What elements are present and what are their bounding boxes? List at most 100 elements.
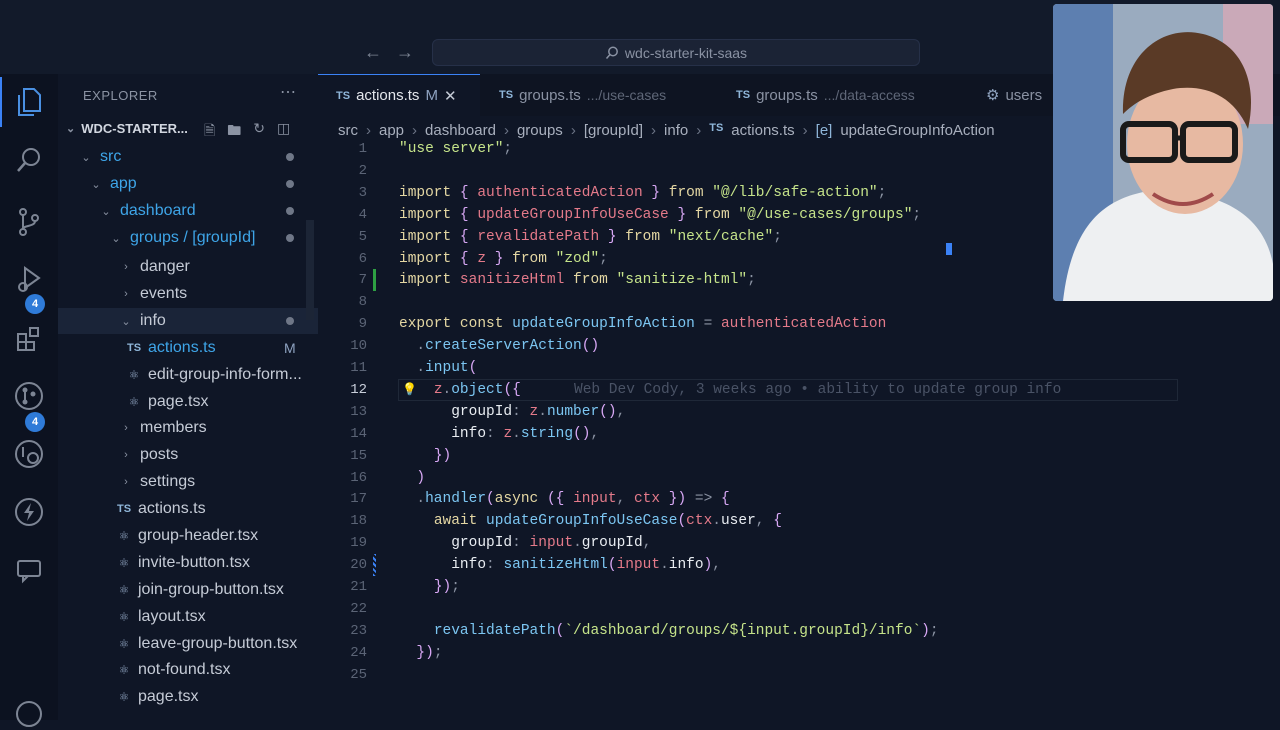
- close-icon[interactable]: ✕: [444, 87, 457, 105]
- tree-folder-settings[interactable]: › settings: [58, 469, 318, 495]
- chevron-down-icon: ⌄: [66, 123, 76, 135]
- tree-file-invite-button[interactable]: ⚛ invite-button.tsx: [58, 550, 318, 576]
- tree-label: info: [140, 312, 166, 329]
- chevron-right-icon: ›: [124, 449, 128, 461]
- typescript-icon: TS: [709, 122, 724, 134]
- collapse-all-icon[interactable]: ◫: [277, 120, 290, 144]
- tree-file-group-header[interactable]: ⚛ group-header.tsx: [58, 523, 318, 549]
- tree-folder-posts[interactable]: › posts: [58, 442, 318, 468]
- code-line[interactable]: 19 groupId: input.groupId,: [318, 532, 1278, 554]
- workspace-root[interactable]: ⌄ WDC-STARTER...: [66, 121, 188, 136]
- line-number: 18: [350, 513, 367, 530]
- breadcrumb-item[interactable]: app: [379, 122, 404, 139]
- code-line[interactable]: 10 .createServerAction(): [318, 335, 1278, 357]
- tree-folder-dashboard[interactable]: ⌄ dashboard: [58, 198, 318, 224]
- git-change-marker[interactable]: [373, 269, 376, 292]
- react-icon: ⚛: [128, 368, 140, 382]
- tree-folder-groups-groupid[interactable]: ⌄ groups / [groupId]: [58, 225, 318, 251]
- modified-dot: [286, 153, 294, 161]
- tab-groups-data-access[interactable]: TS groups.ts .../data-access: [736, 74, 915, 116]
- tree-folder-app[interactable]: ⌄ app: [58, 171, 318, 197]
- code-line[interactable]: 25: [318, 664, 1278, 686]
- code-line[interactable]: 21 });: [318, 576, 1278, 598]
- breadcrumb-item[interactable]: groups: [517, 122, 563, 139]
- code-line[interactable]: 16 ): [318, 467, 1278, 489]
- extensions-icon[interactable]: [13, 322, 45, 354]
- tree-label: group-header.tsx: [138, 527, 259, 544]
- breadcrumb-item[interactable]: [groupId]: [584, 122, 643, 139]
- refresh-icon[interactable]: ↻: [253, 120, 265, 144]
- code-line[interactable]: 24 });: [318, 642, 1278, 664]
- code-line[interactable]: 13 groupId: z.number(),: [318, 401, 1278, 423]
- breadcrumb-item[interactable]: updateGroupInfoAction: [840, 122, 994, 139]
- code-line[interactable]: 14 info: z.string(),: [318, 423, 1278, 445]
- tree-label: settings: [140, 473, 196, 490]
- tree-file-page-tsx[interactable]: ⚛ page.tsx: [58, 389, 318, 415]
- tree-file-join-group-button[interactable]: ⚛ join-group-button.tsx: [58, 577, 318, 603]
- tab-groups-use-cases[interactable]: TS groups.ts .../use-cases: [499, 74, 666, 116]
- account-icon[interactable]: [13, 698, 45, 730]
- code-line[interactable]: 11 .input(: [318, 357, 1278, 379]
- line-number: 1: [358, 141, 367, 157]
- code-text: "use server";: [399, 141, 513, 157]
- new-folder-icon[interactable]: 🖿: [227, 120, 241, 144]
- tree-folder-info[interactable]: ⌄ info: [58, 308, 318, 334]
- search-icon[interactable]: [13, 144, 45, 176]
- sidebar-scrollbar[interactable]: [306, 220, 314, 320]
- tree-file-layout[interactable]: ⚛ layout.tsx: [58, 604, 318, 630]
- arrow-right-icon[interactable]: →: [396, 42, 414, 63]
- chat-icon[interactable]: [13, 554, 45, 586]
- line-number: 13: [350, 403, 367, 420]
- tree-folder-danger[interactable]: › danger: [58, 254, 318, 280]
- tree-file-edit-group-info-form[interactable]: ⚛ edit-group-info-form...: [58, 362, 318, 388]
- arrow-left-icon[interactable]: ←: [364, 42, 382, 63]
- tree-file-leave-group-button[interactable]: ⚛ leave-group-button.tsx: [58, 631, 318, 657]
- tree-folder-src[interactable]: ⌄ src: [58, 144, 318, 170]
- remote-explorer-icon[interactable]: [13, 438, 45, 470]
- code-line[interactable]: 9 export const updateGroupInfoAction = au…: [318, 313, 1278, 335]
- tab-actions-ts[interactable]: TS actions.ts M ✕: [318, 74, 480, 116]
- code-text: import { z } from "zod";: [399, 250, 608, 267]
- chevron-down-icon: ⌄: [121, 315, 131, 328]
- new-file-icon[interactable]: 🗎: [204, 120, 215, 144]
- breadcrumb-item[interactable]: dashboard: [425, 122, 496, 139]
- line-number: 20: [350, 557, 367, 574]
- code-line[interactable]: 15 }): [318, 445, 1278, 467]
- source-control-icon[interactable]: [13, 206, 45, 238]
- breadcrumb-item[interactable]: src: [338, 122, 358, 139]
- git-graph-icon[interactable]: [13, 380, 45, 412]
- line-number: 12: [350, 381, 367, 398]
- tab-users[interactable]: ⚙ users: [986, 74, 1042, 116]
- explorer-icon[interactable]: [0, 77, 45, 127]
- code-line[interactable]: 17 .handler(async ({ input, ctx }) => {: [318, 488, 1278, 510]
- code-line[interactable]: 23 revalidatePath(`/dashboard/groups/${i…: [318, 620, 1278, 642]
- tree-label: not-found.tsx: [138, 661, 231, 678]
- line-number: 11: [350, 360, 367, 376]
- line-number: 7: [358, 272, 367, 289]
- code-line[interactable]: 20 info: sanitizeHtml(input.info),: [318, 554, 1278, 577]
- tree-file-actions-ts[interactable]: TS actions.ts M: [58, 335, 318, 361]
- breadcrumb-item[interactable]: info: [664, 122, 688, 139]
- line-number: 6: [358, 250, 367, 267]
- webcam-overlay: [1053, 4, 1273, 301]
- tree-folder-events[interactable]: › events: [58, 281, 318, 307]
- tree-file-page[interactable]: ⚛ page.tsx: [58, 684, 318, 710]
- code-line[interactable]: 22: [318, 598, 1278, 620]
- chevron-right-icon: ›: [651, 122, 657, 139]
- line-number: 24: [350, 644, 367, 661]
- code-line[interactable]: 18 await updateGroupInfoUseCase(ctx.user…: [318, 510, 1278, 532]
- tab-label: actions.ts: [356, 87, 420, 104]
- tree-file-not-found[interactable]: ⚛ not-found.tsx: [58, 657, 318, 683]
- run-debug-icon[interactable]: [13, 264, 45, 296]
- command-center-search[interactable]: wdc-starter-kit-saas: [432, 39, 920, 66]
- tree-folder-members[interactable]: › members: [58, 415, 318, 441]
- breadcrumb-item[interactable]: actions.ts: [731, 122, 794, 139]
- chevron-down-icon: ⌄: [91, 178, 101, 191]
- lightning-icon[interactable]: [13, 496, 45, 528]
- git-change-marker[interactable]: [373, 554, 376, 577]
- code-line[interactable]: 12 💡 z.object({Web Dev Cody, 3 weeks ago …: [318, 378, 1278, 401]
- tree-file-actions-ts[interactable]: TS actions.ts: [58, 496, 318, 522]
- more-actions-icon[interactable]: ⋯: [280, 82, 296, 102]
- tree-label: edit-group-info-form...: [148, 366, 302, 383]
- code-text: .input(: [416, 360, 478, 376]
